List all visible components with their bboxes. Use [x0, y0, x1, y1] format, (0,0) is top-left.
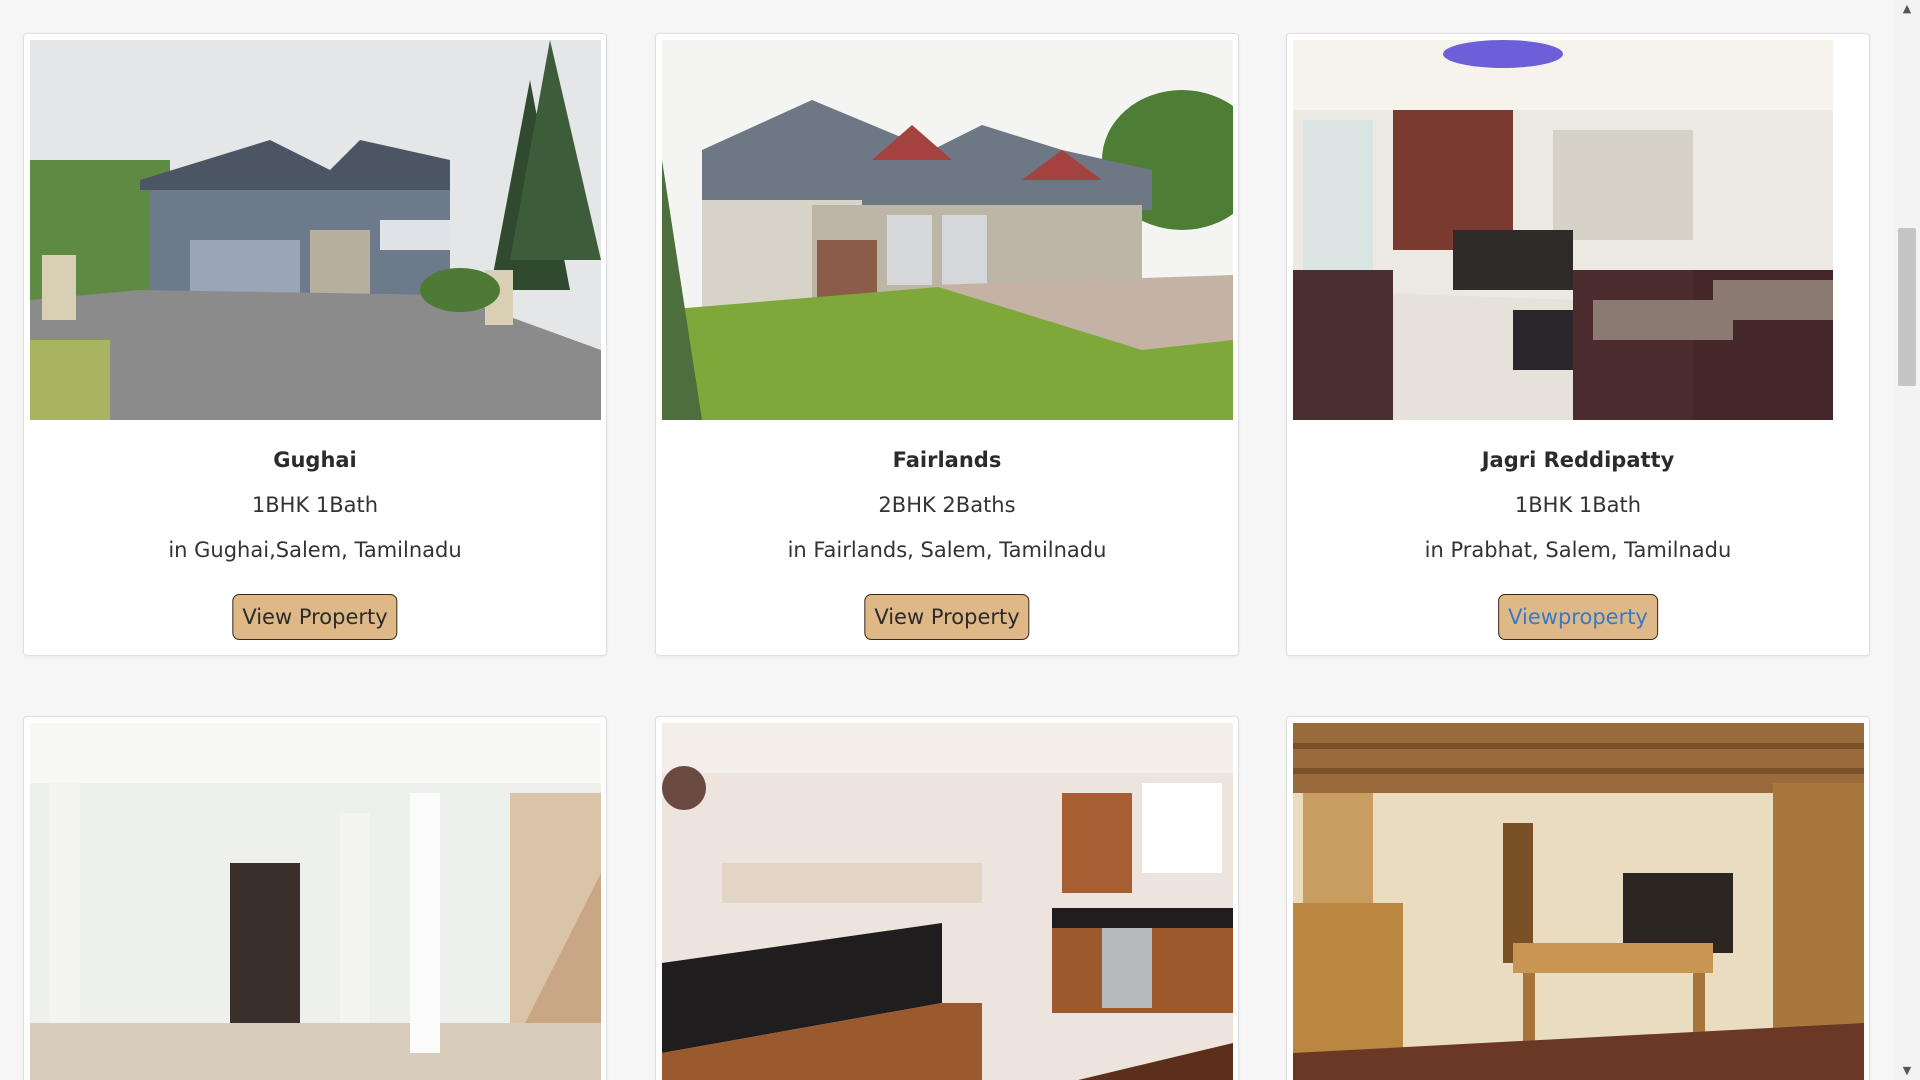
property-location: in Fairlands, Salem, Tamilnadu [787, 538, 1107, 562]
scrollbar-thumb[interactable] [1898, 228, 1916, 386]
view-property-link-button[interactable]: Viewproperty [1498, 594, 1658, 640]
page: Gughai 1BHK 1Bath in Gughai,Salem, Tamil… [0, 0, 1920, 1080]
property-card-fairlands: Fairlands 2BHK 2Baths in Fairlands, Sale… [655, 33, 1239, 656]
property-photo [662, 40, 1233, 420]
property-card-gughai: Gughai 1BHK 1Bath in Gughai,Salem, Tamil… [23, 33, 607, 656]
property-location: in Gughai,Salem, Tamilnadu [168, 538, 462, 562]
property-location: in Prabhat, Salem, Tamilnadu [1424, 538, 1732, 562]
property-rooms: 1BHK 1Bath [1514, 493, 1642, 517]
vertical-scrollbar[interactable]: ▲ ▼ [1894, 0, 1920, 1080]
property-photo [662, 723, 1233, 1080]
property-card [23, 716, 607, 1080]
property-card [1286, 716, 1870, 1080]
property-title: Jagri Reddipatty [1481, 448, 1675, 472]
property-title: Gughai [273, 448, 357, 472]
property-card [655, 716, 1239, 1080]
property-photo [1293, 40, 1864, 420]
triangle-up-icon[interactable]: ▲ [1894, 0, 1920, 18]
property-photo [1293, 723, 1864, 1080]
property-title: Fairlands [892, 448, 1002, 472]
property-photo [30, 723, 601, 1080]
property-rooms: 1BHK 1Bath [251, 493, 379, 517]
view-property-button[interactable]: View Property [232, 594, 398, 640]
triangle-down-icon[interactable]: ▼ [1894, 1062, 1920, 1080]
property-card-jagri-reddipatty: Jagri Reddipatty 1BHK 1Bath in Prabhat, … [1286, 33, 1870, 656]
view-property-button[interactable]: View Property [864, 594, 1030, 640]
property-rooms: 2BHK 2Baths [878, 493, 1016, 517]
property-photo [30, 40, 601, 420]
